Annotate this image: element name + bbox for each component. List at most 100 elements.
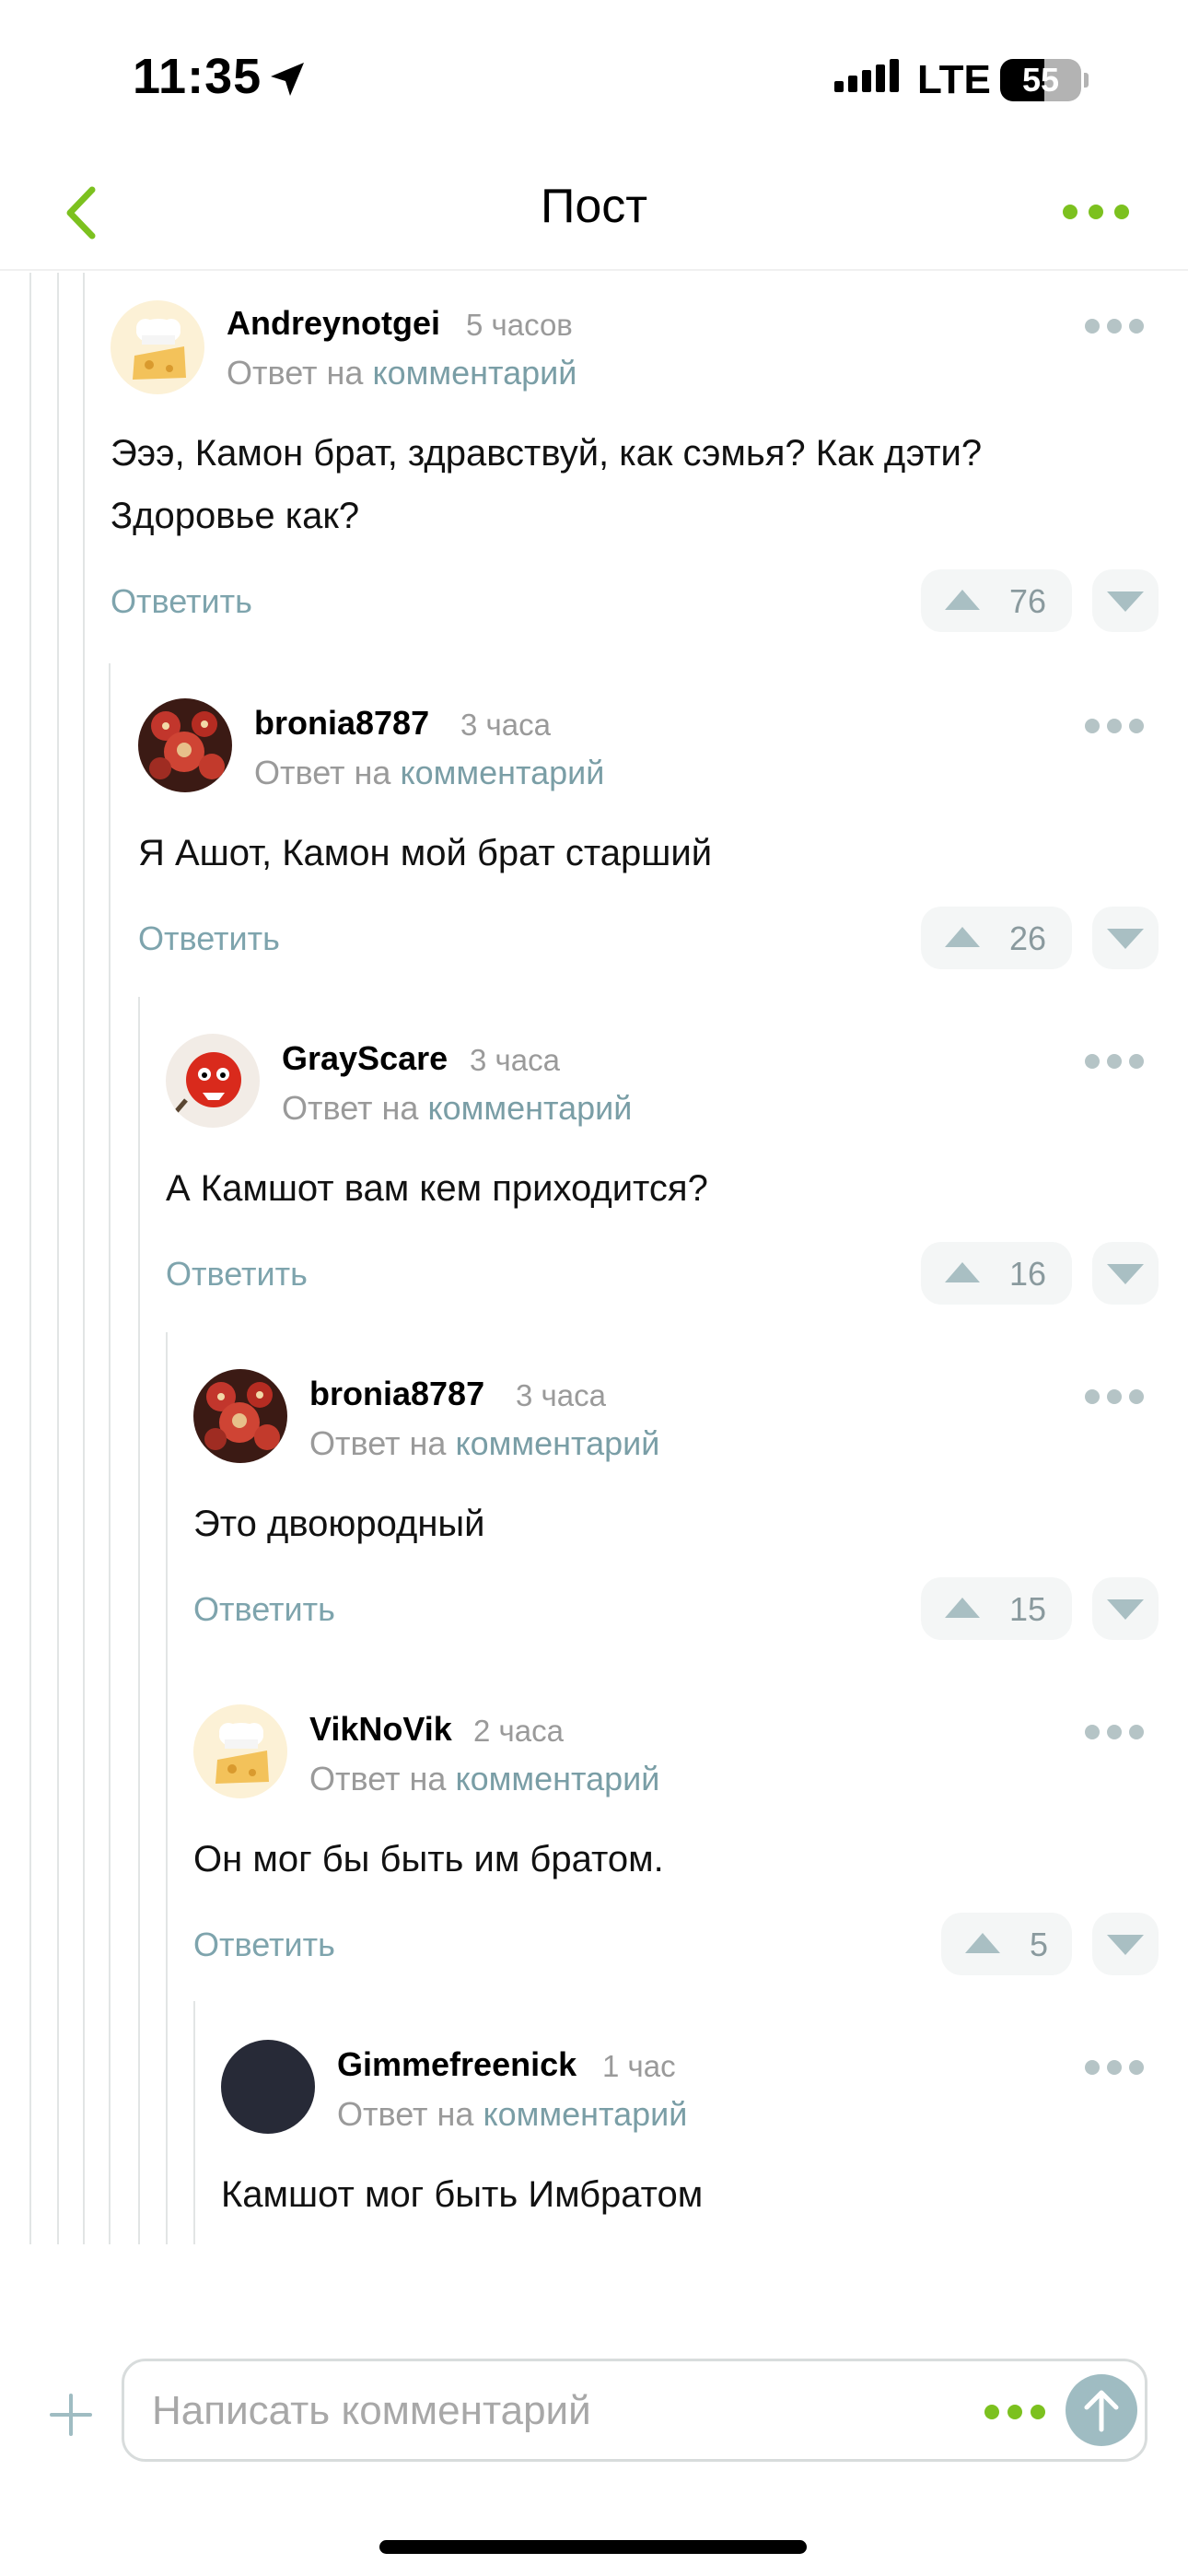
avatar[interactable]: [166, 1034, 260, 1128]
comment-item: Andreynotgei 5 часов Ответ на комментари…: [0, 273, 1188, 669]
comment-username[interactable]: bronia8787: [254, 704, 429, 743]
reply-button[interactable]: Ответить: [193, 1926, 335, 1964]
reply-button[interactable]: Ответить: [193, 1590, 335, 1629]
comment-time: 5 часов: [466, 308, 573, 342]
red-art-icon: [138, 698, 232, 792]
downvote-button[interactable]: [1092, 1242, 1159, 1305]
home-indicator[interactable]: [379, 2540, 807, 2554]
comment-time: 1 час: [602, 2049, 676, 2083]
avatar[interactable]: [193, 1704, 287, 1798]
downvote-button[interactable]: [1092, 907, 1159, 969]
more-dots-icon[interactable]: [983, 2402, 1047, 2422]
comment-input-box[interactable]: [122, 2359, 1147, 2462]
reply-to-prefix: Ответ на: [337, 2095, 474, 2133]
dark-circle-icon: [221, 2040, 315, 2134]
arrow-up-icon: [1084, 2390, 1119, 2432]
triangle-up-icon: [945, 927, 980, 947]
downvote-button[interactable]: [1092, 1577, 1159, 1640]
triangle-up-icon: [945, 590, 980, 610]
red-art-icon: [193, 1369, 287, 1463]
comment-more-icon[interactable]: [1083, 317, 1146, 335]
comment-text: Это двоюродный: [193, 1504, 485, 1544]
reply-to-link[interactable]: комментарий: [483, 2095, 687, 2133]
comment-username[interactable]: bronia8787: [309, 1375, 484, 1413]
triangle-up-icon: [945, 1598, 980, 1618]
reply-to-label: Ответ на комментарий: [337, 2095, 687, 2134]
comment-time: 3 часа: [516, 1378, 606, 1412]
reply-to-link[interactable]: комментарий: [427, 1089, 632, 1127]
more-dots-icon[interactable]: [1059, 193, 1133, 230]
comment-item: GrayScare 3 часа Ответ на комментарий А …: [0, 1004, 1188, 1340]
status-time: 11:35: [133, 49, 262, 104]
triangle-up-icon: [945, 1262, 980, 1282]
comment-more-icon[interactable]: [1083, 2058, 1146, 2077]
triangle-down-icon: [1107, 929, 1144, 949]
triangle-down-icon: [1107, 1264, 1144, 1284]
reply-to-label: Ответ на комментарий: [309, 1424, 659, 1463]
comment-thread: Andreynotgei 5 часов Ответ на комментари…: [0, 273, 1188, 2244]
comment-input[interactable]: [152, 2382, 981, 2441]
comment-text: Камшот мог быть Имбратом: [221, 2174, 704, 2215]
comment-item: bronia8787 3 часа Ответ на комментарий Я…: [0, 669, 1188, 1004]
chef-cheese-icon: [111, 300, 204, 394]
reply-to-link[interactable]: комментарий: [455, 1424, 659, 1462]
triangle-down-icon: [1107, 1599, 1144, 1620]
post-comments-screen: 11:35 LTE 55 Пост Andreynotgei 5 часов О…: [0, 0, 1188, 2576]
battery-level: 55: [1021, 61, 1060, 99]
comment-item: Gimmefreenick 1 час Ответ на комментарий…: [0, 2010, 1188, 2244]
comment-more-icon[interactable]: [1083, 717, 1146, 735]
battery-icon: 55: [1000, 59, 1089, 101]
comment-text: Я Ашот, Камон мой брат старший: [138, 833, 713, 873]
upvote-button[interactable]: 76: [921, 569, 1072, 632]
reply-button[interactable]: Ответить: [111, 582, 252, 621]
comment-username[interactable]: Gimmefreenick: [337, 2045, 577, 2084]
reply-button[interactable]: Ответить: [138, 919, 280, 958]
triangle-down-icon: [1107, 591, 1144, 612]
red-creature-icon: [166, 1034, 260, 1128]
vote-count: 76: [1009, 582, 1047, 620]
send-button[interactable]: [1066, 2374, 1137, 2446]
reply-to-prefix: Ответ на: [309, 1760, 447, 1797]
comment-more-icon[interactable]: [1083, 1388, 1146, 1406]
reply-to-prefix: Ответ на: [282, 1089, 419, 1127]
comment-time: 2 часа: [473, 1714, 564, 1748]
downvote-button[interactable]: [1092, 1913, 1159, 1975]
comment-text: А Камшот вам кем приходится?: [166, 1168, 708, 1209]
triangle-up-icon: [965, 1933, 1000, 1953]
comment-composer: [0, 2322, 1188, 2576]
status-bar: 11:35 LTE 55: [0, 0, 1188, 157]
comment-username[interactable]: Andreynotgei: [227, 304, 440, 343]
plus-icon[interactable]: [48, 2392, 94, 2438]
comment-item: bronia8787 3 часа Ответ на комментарий Э…: [0, 1340, 1188, 1675]
location-arrow-icon: [271, 63, 304, 96]
reply-to-link[interactable]: комментарий: [455, 1760, 659, 1797]
chef-cheese-icon: [193, 1704, 287, 1798]
upvote-button[interactable]: 16: [921, 1242, 1072, 1305]
reply-to-label: Ответ на комментарий: [282, 1089, 632, 1128]
upvote-button[interactable]: 5: [941, 1913, 1072, 1975]
comment-more-icon[interactable]: [1083, 1052, 1146, 1071]
comment-text: Эээ, Камон брат, здравствуй, как сэмья? …: [111, 433, 983, 536]
upvote-button[interactable]: 26: [921, 907, 1072, 969]
downvote-button[interactable]: [1092, 569, 1159, 632]
reply-to-link[interactable]: комментарий: [372, 354, 577, 392]
reply-button[interactable]: Ответить: [166, 1255, 308, 1294]
reply-to-label: Ответ на комментарий: [227, 354, 577, 392]
network-label: LTE: [917, 57, 991, 102]
avatar[interactable]: [138, 698, 232, 792]
comment-item: VikNoVik 2 часа Ответ на комментарий Он …: [0, 1675, 1188, 2010]
reply-to-label: Ответ на комментарий: [254, 754, 604, 792]
triangle-down-icon: [1107, 1935, 1144, 1955]
upvote-button[interactable]: 15: [921, 1577, 1072, 1640]
comment-more-icon[interactable]: [1083, 1723, 1146, 1741]
avatar[interactable]: [193, 1369, 287, 1463]
reply-to-link[interactable]: комментарий: [400, 754, 604, 791]
reply-to-prefix: Ответ на: [254, 754, 391, 791]
avatar[interactable]: [221, 2040, 315, 2134]
comment-username[interactable]: VikNoVik: [309, 1710, 452, 1749]
comment-time: 3 часа: [470, 1043, 560, 1077]
comment-username[interactable]: GrayScare: [282, 1039, 448, 1078]
avatar[interactable]: [111, 300, 204, 394]
comment-text: Он мог бы быть им братом.: [193, 1839, 664, 1879]
reply-to-prefix: Ответ на: [227, 354, 364, 392]
